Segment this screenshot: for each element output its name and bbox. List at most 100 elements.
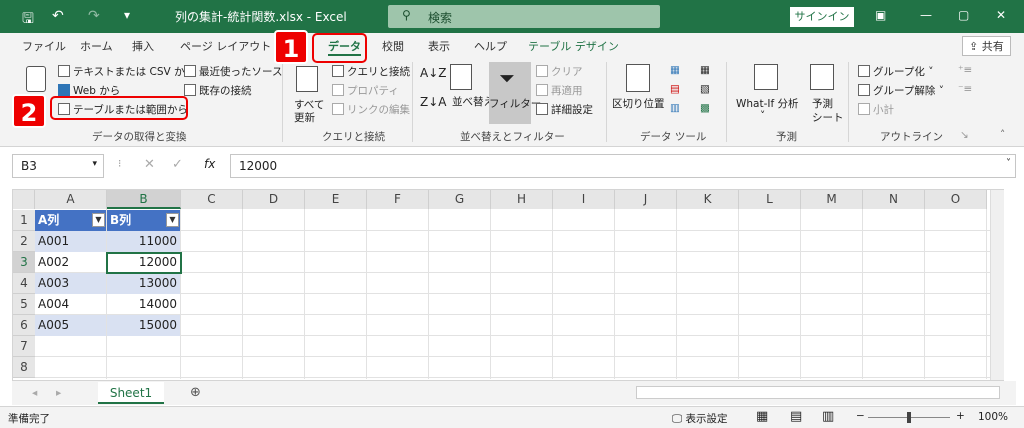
sort-label[interactable]: 並べ替え <box>452 94 494 109</box>
undo-icon[interactable]: ↶ <box>52 8 64 24</box>
insert-function-icon[interactable]: fx <box>204 157 215 171</box>
column-header[interactable]: B <box>107 190 181 209</box>
table-cell[interactable]: 15000 <box>107 315 180 336</box>
column-header[interactable]: I <box>553 190 615 209</box>
get-data-icon[interactable] <box>26 66 46 92</box>
filter-dropdown-icon[interactable]: ▼ <box>92 213 105 227</box>
filter-dropdown-icon[interactable]: ▼ <box>166 213 179 227</box>
what-if-label[interactable]: What-If 分析 <box>736 96 799 111</box>
formula-input[interactable]: 12000 <box>230 154 1016 178</box>
name-box[interactable]: B3 ▾ <box>12 154 104 178</box>
consolidate-icon[interactable]: ▦ <box>700 64 710 76</box>
row-header[interactable]: 2 <box>13 231 35 252</box>
column-header[interactable]: J <box>615 190 677 209</box>
refresh-all-icon[interactable] <box>296 66 318 92</box>
text-to-columns-icon[interactable] <box>626 64 650 92</box>
row-header[interactable]: 4 <box>13 273 35 294</box>
column-header[interactable]: A <box>35 190 107 209</box>
row-header[interactable]: 5 <box>13 294 35 315</box>
remove-duplicates-icon[interactable]: ▤ <box>670 83 680 95</box>
table-cell[interactable]: 11000 <box>107 231 180 252</box>
column-header[interactable]: O <box>925 190 987 209</box>
forecast-sheet-icon[interactable] <box>810 64 834 90</box>
outline-launcher-icon[interactable]: ↘ <box>960 129 969 141</box>
horizontal-scrollbar[interactable] <box>636 386 1000 399</box>
signin-button[interactable]: サインイン <box>790 7 854 27</box>
close-icon[interactable]: ✕ <box>996 8 1006 22</box>
row-header[interactable]: 8 <box>13 357 35 378</box>
existing-connections-button[interactable]: 既存の接続 <box>184 83 252 98</box>
subtotal-button[interactable]: 小計 <box>858 102 894 117</box>
row-header[interactable]: 7 <box>13 336 35 357</box>
advanced-button[interactable]: 詳細設定 <box>536 102 593 117</box>
table-cell[interactable]: A002 <box>35 252 106 273</box>
tab-review[interactable]: 校閲 <box>382 38 404 54</box>
what-if-icon[interactable] <box>754 64 778 90</box>
sheet-tab-sheet1[interactable]: Sheet1 <box>98 382 164 404</box>
column-header[interactable]: D <box>243 190 305 209</box>
what-if-dropdown-icon[interactable]: ˅ <box>760 110 765 122</box>
row-header[interactable]: 1 <box>13 210 35 231</box>
search-box[interactable]: ⚲ 検索 <box>388 5 660 28</box>
ungroup-button[interactable]: グループ解除 ˅ <box>858 83 944 98</box>
expand-formula-icon[interactable]: ˅ <box>1006 158 1011 169</box>
redo-icon[interactable]: ↷ <box>88 8 100 24</box>
column-header[interactable]: E <box>305 190 367 209</box>
display-settings-button[interactable]: 🖵 表示設定 <box>672 411 727 426</box>
column-header[interactable]: N <box>863 190 925 209</box>
row-header[interactable]: 6 <box>13 315 35 336</box>
vertical-scrollbar[interactable] <box>990 190 1004 380</box>
table-cell[interactable]: A001 <box>35 231 106 252</box>
share-button[interactable]: ⇪ 共有 <box>962 36 1011 56</box>
tab-home[interactable]: ホーム <box>80 38 113 54</box>
forecast-label-1[interactable]: 予測 <box>812 96 833 111</box>
group-button[interactable]: グループ化 ˅ <box>858 64 933 79</box>
tab-page-layout[interactable]: ページ レイアウト <box>180 38 271 54</box>
select-all-corner[interactable] <box>13 190 35 209</box>
tab-help[interactable]: ヘルプ <box>474 38 507 54</box>
forecast-label-2[interactable]: シート <box>812 110 844 125</box>
column-header[interactable]: L <box>739 190 801 209</box>
column-header[interactable]: C <box>181 190 243 209</box>
save-icon[interactable]: 🖫 <box>22 8 34 32</box>
column-header[interactable]: F <box>367 190 429 209</box>
row-header[interactable]: 3 <box>13 252 35 273</box>
name-box-dropdown-icon[interactable]: ▾ <box>92 159 97 169</box>
tab-insert[interactable]: 挿入 <box>132 38 154 54</box>
relationships-icon[interactable]: ▧ <box>700 83 710 95</box>
recent-sources-button[interactable]: 最近使ったソース <box>184 64 282 79</box>
column-header[interactable]: K <box>677 190 739 209</box>
hide-detail-icon[interactable]: ⁻≡ <box>958 83 972 95</box>
reapply-button[interactable]: 再適用 <box>536 83 583 98</box>
table-header-cell[interactable]: A列 ▼ <box>35 210 106 231</box>
page-layout-view-icon[interactable]: ▤ <box>790 409 802 424</box>
text-to-columns-label[interactable]: 区切り位置 <box>612 96 665 111</box>
data-model-icon[interactable]: ▩ <box>700 102 710 114</box>
table-cell[interactable]: A003 <box>35 273 106 294</box>
table-cell[interactable]: 13000 <box>107 273 180 294</box>
zoom-slider-thumb[interactable] <box>907 412 911 423</box>
maximize-icon[interactable]: ▢ <box>958 8 969 22</box>
column-header[interactable]: M <box>801 190 863 209</box>
sort-dialog-icon[interactable] <box>450 64 472 90</box>
prev-sheet-icon[interactable]: ◂ <box>32 387 37 399</box>
tab-table-design[interactable]: テーブル デザイン <box>528 38 619 54</box>
sort-az-icon[interactable]: A↓Z <box>420 66 446 80</box>
customize-qat-icon[interactable]: ▾ <box>124 8 130 22</box>
ribbon-display-icon[interactable]: ▣ <box>875 8 886 22</box>
add-sheet-icon[interactable]: ⊕ <box>190 385 201 400</box>
enter-icon[interactable]: ✓ <box>172 157 183 172</box>
cancel-icon[interactable]: ✕ <box>144 157 155 172</box>
sort-za-icon[interactable]: Z↓A <box>420 95 446 109</box>
edit-links-button[interactable]: リンクの編集 <box>332 102 410 117</box>
queries-connections-button[interactable]: クエリと接続 <box>332 64 410 79</box>
page-break-view-icon[interactable]: ▥ <box>822 409 834 424</box>
collapse-ribbon-icon[interactable]: ˄ <box>1000 129 1005 141</box>
zoom-out-icon[interactable]: − <box>856 410 865 422</box>
show-detail-icon[interactable]: ⁺≡ <box>958 64 972 76</box>
next-sheet-icon[interactable]: ▸ <box>56 387 61 399</box>
table-cell[interactable]: A004 <box>35 294 106 315</box>
refresh-all-label-2[interactable]: 更新 <box>294 110 315 125</box>
properties-button[interactable]: プロパティ <box>332 83 399 98</box>
column-header[interactable]: G <box>429 190 491 209</box>
